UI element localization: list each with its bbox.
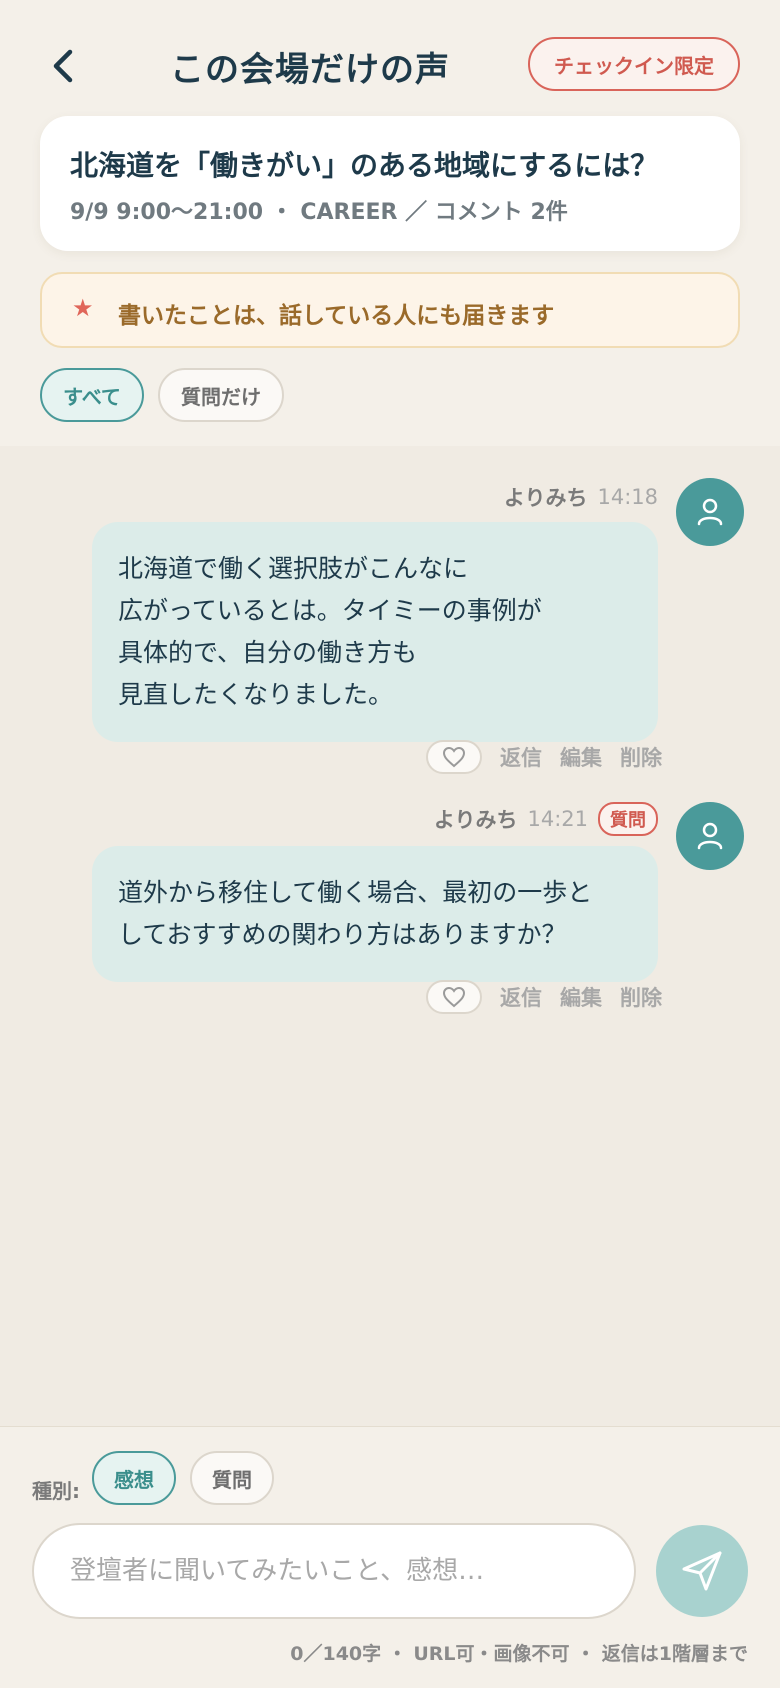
comment-actions: 返信 編集 削除 — [426, 980, 662, 1014]
comment-line: 広がっているとは。タイミーの事例が — [118, 596, 542, 625]
comment-line: 道外から移住して働く場合、最初の一歩と — [118, 878, 593, 907]
page-title: この会場だけの声 — [170, 50, 450, 90]
type-impression-chip[interactable]: 感想 — [92, 1451, 176, 1505]
input-footnote: 0／140字 ・ URL可・画像不可 ・ 返信は1階層まで — [290, 1643, 748, 1665]
comment-meta: よりみち 14:18 — [504, 482, 658, 512]
type-question-chip[interactable]: 質問 — [190, 1451, 274, 1505]
session-title: 北海道を「働きがい」のある地域にするには？ — [70, 149, 659, 182]
heart-icon — [442, 746, 466, 768]
star-icon: ★ — [72, 294, 94, 322]
user-icon — [697, 822, 723, 850]
edit-button[interactable]: 編集 — [560, 982, 602, 1012]
comment-input[interactable] — [32, 1523, 636, 1619]
send-button[interactable] — [656, 1525, 748, 1617]
filter-questions-chip[interactable]: 質問だけ — [158, 368, 284, 422]
edit-button[interactable]: 編集 — [560, 742, 602, 772]
chevron-left-icon — [53, 49, 73, 83]
question-badge: 質問 — [598, 802, 658, 836]
comment-time: 14:18 — [597, 485, 658, 509]
delete-button[interactable]: 削除 — [620, 982, 662, 1012]
user-icon — [697, 498, 723, 526]
avatar — [676, 478, 744, 546]
header: この会場だけの声 チェックイン限定 — [0, 28, 780, 102]
comment-actions: 返信 編集 削除 — [426, 740, 662, 774]
comment-author: よりみち — [503, 486, 588, 510]
comment-author: よりみち — [433, 808, 518, 832]
reply-button[interactable]: 返信 — [500, 982, 542, 1012]
heart-icon — [442, 986, 466, 1008]
comment-line: 見直したくなりました。 — [118, 680, 394, 709]
top-area: この会場だけの声 チェックイン限定 北海道を「働きがい」のある地域にするには？ … — [0, 0, 780, 446]
comment-meta: よりみち 14:21 質問 — [433, 802, 658, 836]
comment-composer: 種別: 感想 質問 0／140字 ・ URL可・画像不可 ・ 返信は1階層まで — [0, 1426, 780, 1688]
session-meta: 9/9 9:00〜21:00 ・ CAREER ／ コメント 2件 — [70, 200, 568, 225]
notice-banner: ★ 書いたことは、話している人にも届きます — [40, 272, 740, 348]
paper-plane-icon — [682, 1551, 722, 1591]
notice-text: 書いたことは、話している人にも届きます — [118, 303, 555, 329]
type-label: 種別: — [32, 1479, 80, 1503]
avatar — [676, 802, 744, 870]
comment-line: しておすすめの関わり方はありますか？ — [118, 920, 567, 949]
like-button[interactable] — [426, 740, 482, 774]
session-card: 北海道を「働きがい」のある地域にするには？ 9/9 9:00〜21:00 ・ C… — [40, 116, 740, 251]
comment-bubble: 北海道で働く選択肢がこんなに 広がっているとは。タイミーの事例が 具体的で、自分… — [92, 522, 658, 742]
comment-line: 具体的で、自分の働き方も — [118, 638, 418, 667]
like-button[interactable] — [426, 980, 482, 1014]
checkin-only-badge: チェックイン限定 — [528, 37, 740, 91]
delete-button[interactable]: 削除 — [620, 742, 662, 772]
reply-button[interactable]: 返信 — [500, 742, 542, 772]
comment-line: 北海道で働く選択肢がこんなに — [118, 554, 469, 583]
comment-bubble: 道外から移住して働く場合、最初の一歩と しておすすめの関わり方はありますか？ — [92, 846, 658, 982]
comment-time: 14:21 — [527, 807, 588, 831]
filter-all-chip[interactable]: すべて — [40, 368, 144, 422]
back-button[interactable] — [40, 42, 88, 90]
